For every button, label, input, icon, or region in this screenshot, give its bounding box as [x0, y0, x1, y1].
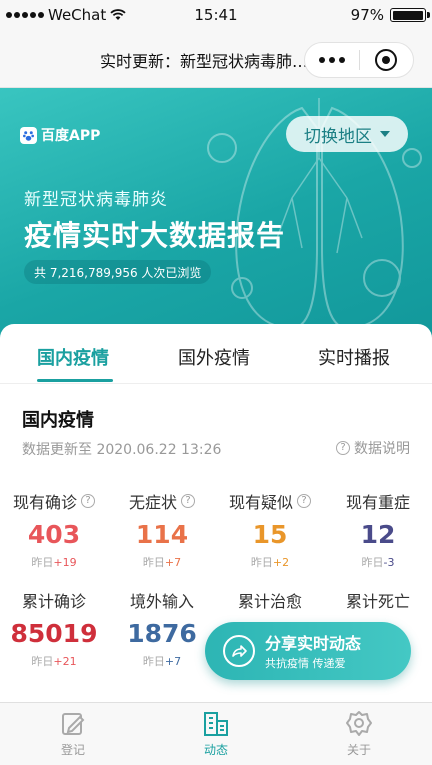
hero-banner: 百度APP 切换地区 新型冠状病毒肺炎 疫情实时大数据报告 共 7,216,78…: [0, 88, 432, 338]
help-icon[interactable]: ?: [181, 494, 195, 508]
switch-region-button[interactable]: 切换地区: [286, 116, 408, 152]
stat-delta-label: 昨日: [142, 556, 165, 569]
battery-percent: 97%: [350, 6, 384, 24]
stat-delta: 昨日+2: [216, 554, 324, 570]
current-stat-0: 现有确诊? 403 昨日+19: [0, 490, 108, 570]
stat-delta-label: 昨日: [142, 655, 165, 668]
current-stat-2: 现有疑似? 15 昨日+2: [216, 490, 324, 570]
data-note-label: 数据说明: [354, 441, 410, 457]
current-stat-1: 无症状? 114 昨日+7: [108, 490, 216, 570]
stat-delta: 昨日-3: [324, 554, 432, 570]
tabbar-register-label: 登记: [60, 743, 85, 757]
stat-delta-label: 昨日: [361, 556, 384, 569]
help-icon[interactable]: ?: [297, 494, 311, 508]
navigation-bar: 实时更新：新型冠状病毒肺…: [0, 30, 432, 88]
stat-label-text: 现有疑似: [228, 493, 293, 512]
stat-delta: 昨日+7: [108, 653, 216, 669]
about-icon: [346, 711, 372, 736]
stat-delta-value: -3: [383, 556, 395, 569]
building-icon: [204, 712, 228, 736]
status-right: 97%: [350, 6, 430, 24]
battery-fill: [392, 10, 423, 20]
stats-row-current: 现有确诊? 403 昨日+19 无症状? 114 昨日+7 现有疑似? 15 昨日+2 现有重症 1…: [0, 490, 432, 590]
stat-delta-value: +19: [53, 556, 77, 569]
tab-live[interactable]: 实时播报: [318, 344, 390, 370]
baidu-brand: 百度APP: [20, 125, 100, 145]
stat-label: 现有确诊?: [0, 490, 108, 512]
bottom-tab-bar: 登记 动态 关于: [0, 702, 432, 765]
tabbar-news-label: 动态: [203, 743, 228, 757]
help-icon[interactable]: ?: [81, 494, 95, 508]
stat-value: 15: [252, 520, 288, 549]
stat-label-text: 累计死亡: [345, 592, 410, 611]
stat-value: 12: [360, 520, 396, 549]
banner-subtitle: 新型冠状病毒肺炎: [24, 190, 168, 210]
stat-value: 85019: [10, 619, 98, 648]
update-time: 数据更新至 2020.06.22 13:26: [22, 442, 222, 458]
brand-label: 百度APP: [41, 128, 101, 144]
banner-headline: 疫情实时大数据报告: [24, 219, 286, 252]
stat-label: 累计确诊: [0, 589, 108, 611]
stat-value: 114: [135, 520, 189, 549]
stat-value: 1876: [127, 619, 197, 648]
mini-program-capsule: [304, 42, 414, 78]
current-stat-3: 现有重症 12 昨日-3: [324, 490, 432, 570]
register-icon: [62, 713, 85, 735]
close-target-icon: [375, 49, 398, 71]
switch-region-label: 切换地区: [304, 126, 372, 147]
help-icon: ?: [336, 441, 350, 455]
tabbar-register[interactable]: 登记: [38, 709, 108, 758]
baidu-paw-icon: [20, 126, 37, 144]
stat-delta: 昨日+19: [0, 554, 108, 570]
stat-delta-value: +7: [164, 556, 182, 569]
stat-label: 累计治愈: [216, 589, 324, 611]
stat-label: 现有重症: [324, 490, 432, 512]
section-title: 国内疫情: [22, 410, 94, 431]
stat-label-text: 无症状: [128, 493, 177, 512]
share-live-button[interactable]: 分享实时动态 共抗疫情 传递爱: [205, 622, 411, 680]
close-button[interactable]: [360, 49, 413, 71]
stat-label: 境外输入: [108, 589, 216, 611]
stat-label-text: 现有确诊: [12, 493, 77, 512]
battery-icon: [390, 8, 430, 22]
cumulative-stat-0: 累计确诊 85019 昨日+21: [0, 589, 108, 669]
status-bar: WeChat 15:41 97%: [0, 0, 432, 30]
stat-delta-value: +7: [164, 655, 182, 668]
stat-delta-label: 昨日: [31, 655, 54, 668]
tab-domestic[interactable]: 国内疫情: [37, 344, 109, 370]
page-title: 实时更新：新型冠状病毒肺…: [100, 52, 309, 71]
share-title: 分享实时动态: [265, 634, 362, 653]
stat-delta-label: 昨日: [250, 556, 273, 569]
caret-down-icon: [380, 131, 390, 137]
tabbar-about[interactable]: 关于: [324, 709, 394, 758]
stat-delta: 昨日+7: [108, 554, 216, 570]
stat-delta-value: +21: [53, 655, 77, 668]
tab-strip: 国内疫情 国外疫情 实时播报: [0, 324, 432, 384]
stat-label-text: 现有重症: [345, 493, 410, 512]
stat-delta-value: +2: [272, 556, 290, 569]
share-subtitle: 共抗疫情 传递爱: [265, 657, 346, 670]
cumulative-stat-1: 境外输入 1876 昨日+7: [108, 589, 216, 669]
stat-delta: 昨日+21: [0, 653, 108, 669]
view-count-badge: 共 7,216,789,956 人次已浏览: [24, 260, 212, 284]
stat-label-text: 累计治愈: [237, 592, 302, 611]
tabbar-news[interactable]: 动态: [181, 709, 251, 758]
data-note-link[interactable]: ? 数据说明: [336, 438, 410, 458]
stat-label-text: 境外输入: [129, 592, 194, 611]
stat-label-text: 累计确诊: [21, 592, 86, 611]
share-icon: [223, 635, 255, 667]
stat-label: 现有疑似?: [216, 490, 324, 512]
more-menu-button[interactable]: [305, 57, 359, 63]
stat-label: 累计死亡: [324, 589, 432, 611]
stat-value: 403: [27, 520, 81, 549]
stat-delta-label: 昨日: [31, 556, 54, 569]
tab-overseas[interactable]: 国外疫情: [178, 344, 250, 370]
active-tab-indicator: [37, 379, 113, 382]
stat-label: 无症状?: [108, 490, 216, 512]
tabbar-about-label: 关于: [346, 743, 371, 757]
